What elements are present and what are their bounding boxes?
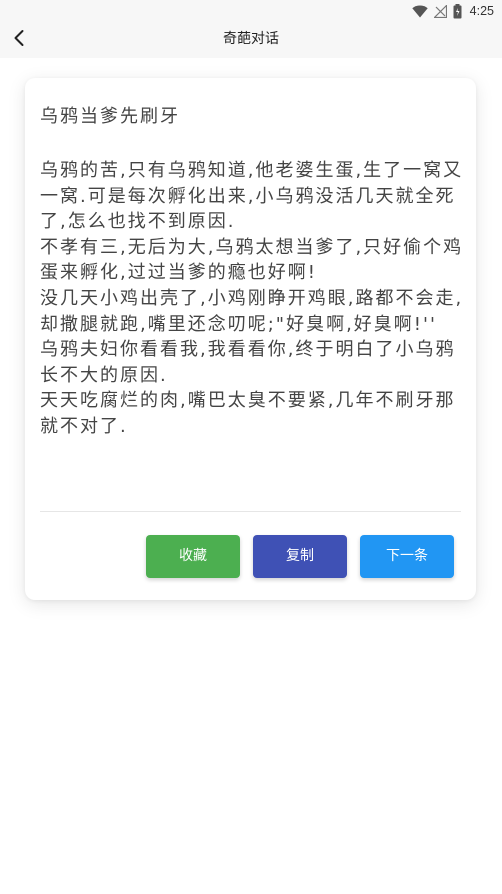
joke-title: 乌鸦当爹先刷牙: [40, 106, 180, 127]
chevron-left-icon: [13, 29, 25, 51]
back-button[interactable]: [6, 26, 32, 54]
battery-icon: [453, 3, 462, 19]
next-button[interactable]: 下一条: [360, 535, 454, 578]
app-bar: 奇葩对话: [0, 22, 502, 58]
status-bar: 4:25: [0, 0, 502, 22]
joke-card: 乌鸦当爹先刷牙 乌鸦的苦,只有乌鸦知道,他老婆生蛋,生了一窝又一窝.可是每次孵化…: [25, 78, 476, 600]
page-title: 奇葩对话: [223, 31, 279, 47]
status-icons: 4:25: [411, 3, 494, 19]
copy-button[interactable]: 复制: [253, 535, 347, 578]
divider: [40, 511, 461, 512]
joke-body: 乌鸦的苦,只有乌鸦知道,他老婆生蛋,生了一窝又一窝.可是每次孵化出来,小乌鸦没活…: [40, 160, 464, 437]
favorite-button[interactable]: 收藏: [146, 535, 240, 578]
status-time: 4:25: [469, 4, 494, 18]
no-signal-icon: [433, 4, 447, 18]
wifi-icon: [411, 5, 428, 18]
